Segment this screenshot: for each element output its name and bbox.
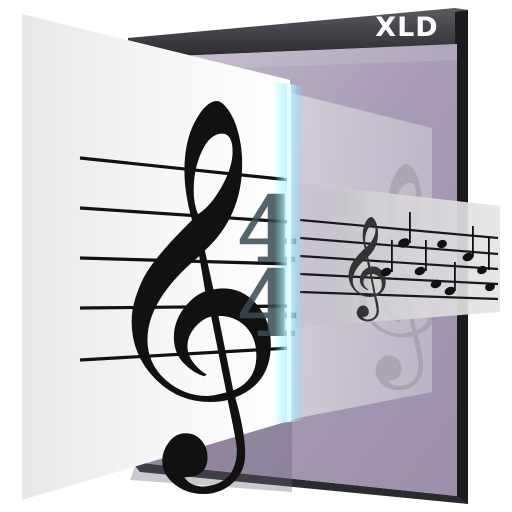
- xld-app-icon: 𝄞 𝄞 4 4: [22, 8, 500, 504]
- app-icon: 𝄞 𝄞 4 4 XLD: [0, 0, 512, 512]
- front-sheet: 𝄞 4 4: [22, 14, 300, 500]
- app-name-label: XLD: [375, 12, 439, 43]
- strip-clef-icon: 𝄞: [338, 214, 390, 322]
- glow-seam: [274, 82, 304, 424]
- music-strip: 𝄞: [290, 182, 500, 328]
